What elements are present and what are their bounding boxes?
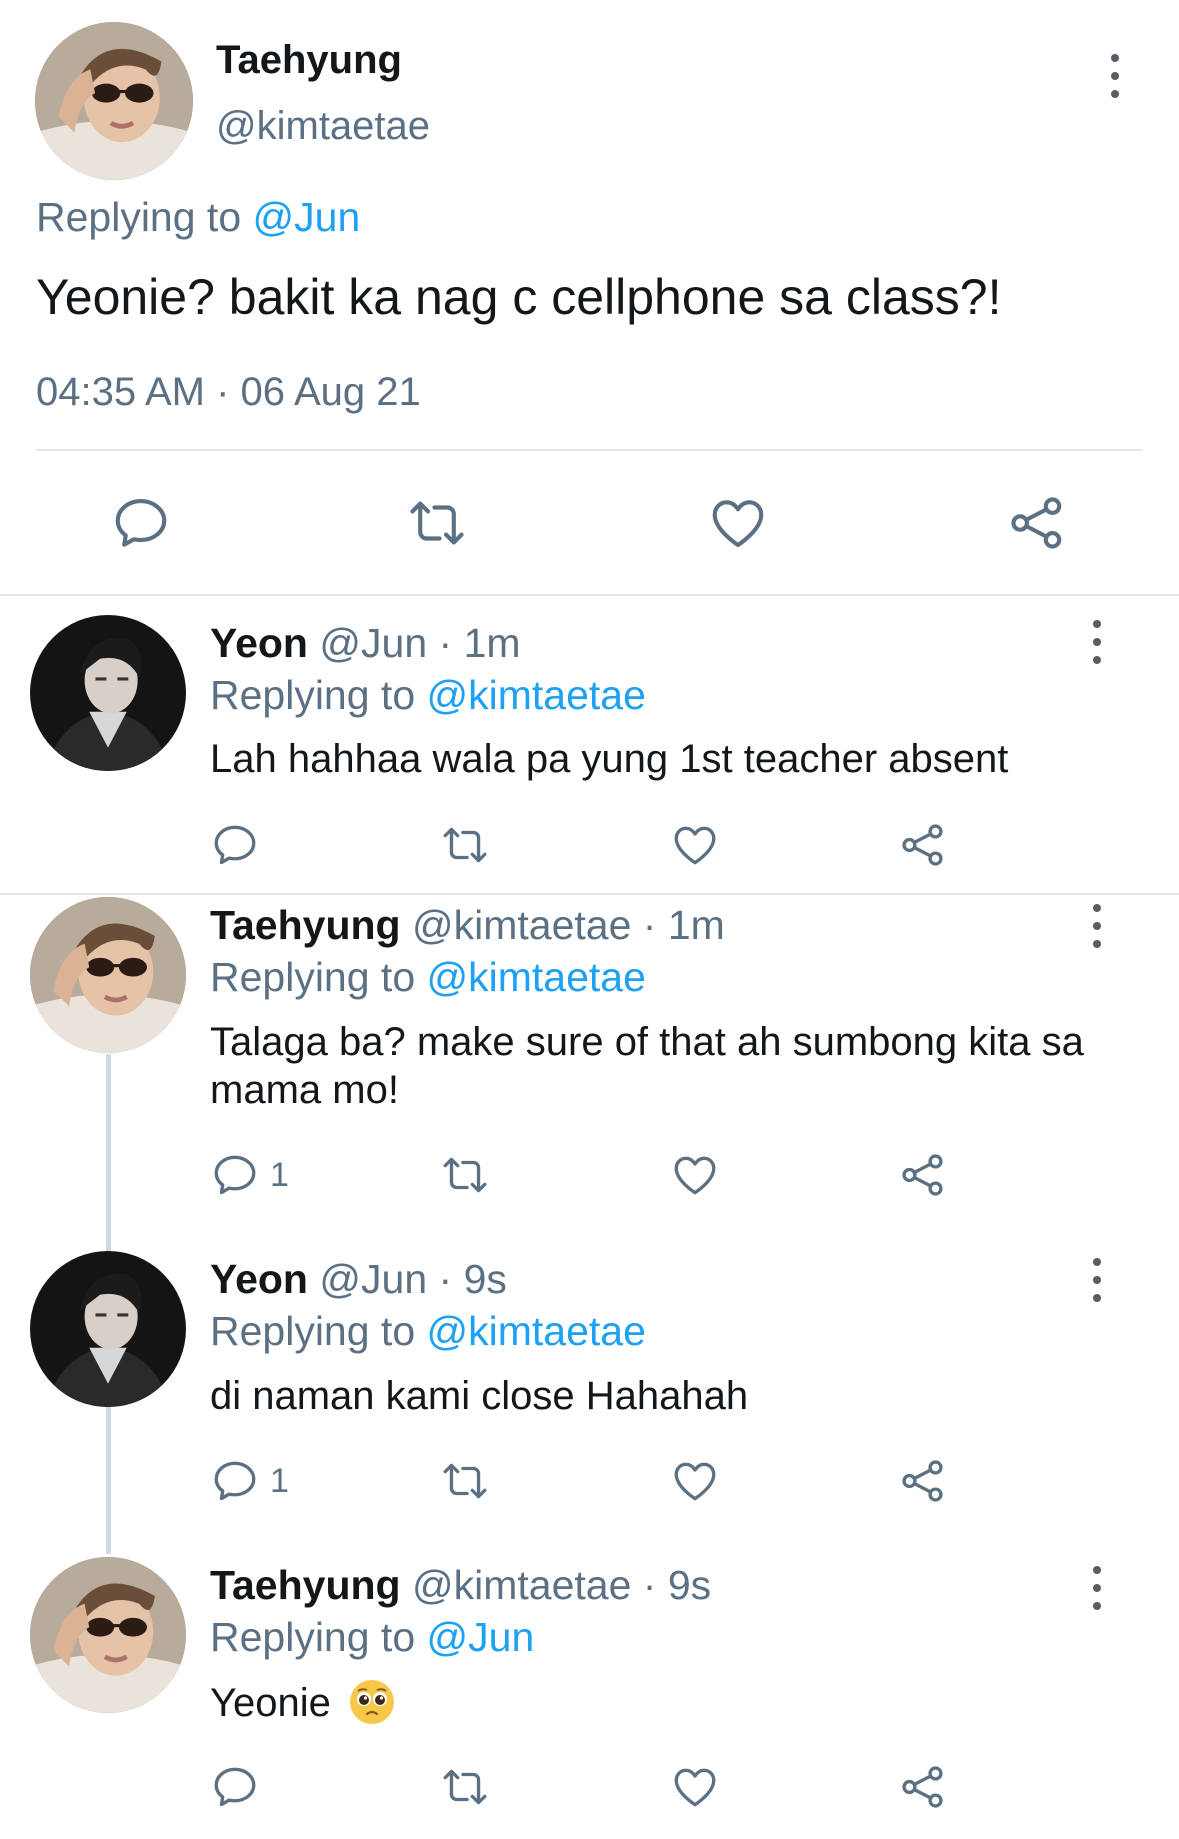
section-divider: [0, 594, 1179, 596]
author-name[interactable]: Taehyung: [210, 1562, 401, 1608]
like-button[interactable]: [670, 820, 720, 870]
reply-button[interactable]: [210, 1762, 260, 1812]
reply-text-row: Yeonie: [210, 1678, 1110, 1727]
replying-to: Replying to @kimtaetae: [210, 672, 646, 718]
heart-icon: [707, 492, 769, 554]
reply-icon: [210, 820, 260, 870]
reply-time: · 9s: [438, 1256, 507, 1302]
share-icon: [898, 820, 948, 870]
replying-to-link[interactable]: @kimtaetae: [427, 672, 646, 718]
like-button[interactable]: [670, 1456, 720, 1506]
replying-prefix: Replying to: [210, 954, 416, 1000]
author-handle[interactable]: @kimtaetae: [216, 104, 430, 149]
reply-button[interactable]: 1: [210, 1456, 289, 1506]
pleading-face-emoji: [350, 1680, 395, 1724]
replying-to-link[interactable]: @Jun: [253, 194, 361, 240]
author-handle[interactable]: @kimtaetae: [412, 902, 631, 948]
more-options-icon[interactable]: [1085, 1566, 1109, 1610]
author-name[interactable]: Yeon: [210, 620, 308, 666]
tweet-timestamp: 04:35 AM · 06 Aug 21: [36, 370, 421, 414]
author-handle[interactable]: @kimtaetae: [412, 1562, 631, 1608]
avatar-yeon[interactable]: [30, 615, 186, 771]
retweet-button[interactable]: [406, 492, 468, 554]
share-button[interactable]: [898, 1762, 948, 1812]
reply-button[interactable]: 1: [210, 1150, 289, 1200]
replying-to-link[interactable]: @Jun: [427, 1614, 535, 1660]
tweet-text: Yeonie? bakit ka nag c cellphone sa clas…: [36, 269, 1002, 325]
like-button[interactable]: [670, 1762, 720, 1812]
reply-count: 1: [270, 1155, 289, 1194]
reply-header: Taehyung @kimtaetae · 9s: [210, 1562, 711, 1608]
author-name[interactable]: Yeon: [210, 1256, 308, 1302]
replying-prefix: Replying to: [210, 1308, 416, 1354]
author-handle[interactable]: @Jun: [319, 620, 427, 666]
retweet-button[interactable]: [440, 1150, 490, 1200]
heart-icon: [670, 1150, 720, 1200]
share-icon: [898, 1150, 948, 1200]
replying-prefix: Replying to: [36, 194, 242, 240]
like-button[interactable]: [707, 492, 769, 554]
retweet-button[interactable]: [440, 1456, 490, 1506]
author-name[interactable]: Taehyung: [210, 902, 401, 948]
retweet-button[interactable]: [440, 1762, 490, 1812]
heart-icon: [670, 1456, 720, 1506]
more-options-icon[interactable]: [1085, 1258, 1109, 1302]
replying-to: Replying to @kimtaetae: [210, 1308, 646, 1354]
retweet-icon: [406, 492, 468, 554]
share-icon: [898, 1456, 948, 1506]
reply-header: Taehyung @kimtaetae · 1m: [210, 902, 725, 948]
share-icon: [1006, 492, 1068, 554]
replying-to-link[interactable]: @kimtaetae: [427, 954, 646, 1000]
more-options-icon[interactable]: [1085, 620, 1109, 664]
replying-to: Replying to @Jun: [210, 1614, 534, 1660]
reply-button[interactable]: [110, 492, 172, 554]
avatar-taehyung[interactable]: [35, 22, 193, 180]
more-options-icon[interactable]: [1103, 54, 1127, 98]
retweet-icon: [440, 820, 490, 870]
reply-text: Yeonie: [210, 1681, 331, 1725]
divider: [36, 449, 1143, 451]
share-button[interactable]: [898, 1150, 948, 1200]
share-button[interactable]: [898, 820, 948, 870]
reply-text: di naman kami close Hahahah: [210, 1374, 749, 1418]
share-button[interactable]: [1006, 492, 1068, 554]
replying-prefix: Replying to: [210, 672, 416, 718]
replying-to: Replying to @kimtaetae: [210, 954, 646, 1000]
replying-to-link[interactable]: @kimtaetae: [427, 1308, 646, 1354]
reply-time: · 1m: [642, 902, 725, 948]
avatar-yeon[interactable]: [30, 1251, 186, 1407]
section-divider: [0, 893, 1179, 895]
reply-icon: [210, 1150, 260, 1200]
reply-text: Lah hahhaa wala pa yung 1st teacher abse…: [210, 737, 1009, 781]
reply-text: Talaga ba? make sure of that ah sumbong …: [210, 1020, 1084, 1112]
avatar-taehyung[interactable]: [30, 897, 186, 1053]
heart-icon: [670, 820, 720, 870]
heart-icon: [670, 1762, 720, 1812]
reply-icon: [210, 1456, 260, 1506]
share-icon: [898, 1762, 948, 1812]
author-name[interactable]: Taehyung: [216, 38, 402, 83]
more-options-icon[interactable]: [1085, 904, 1109, 948]
reply-time: · 1m: [438, 620, 521, 666]
retweet-button[interactable]: [440, 820, 490, 870]
reply-header: Yeon @Jun · 1m: [210, 620, 521, 666]
avatar-taehyung[interactable]: [30, 1557, 186, 1713]
reply-icon: [110, 492, 172, 554]
replying-prefix: Replying to: [210, 1614, 416, 1660]
share-button[interactable]: [898, 1456, 948, 1506]
reply-count: 1: [270, 1461, 289, 1500]
like-button[interactable]: [670, 1150, 720, 1200]
retweet-icon: [440, 1150, 490, 1200]
reply-icon: [210, 1762, 260, 1812]
author-handle[interactable]: @Jun: [319, 1256, 427, 1302]
replying-to: Replying to @Jun: [36, 194, 360, 240]
reply-button[interactable]: [210, 820, 260, 870]
reply-header: Yeon @Jun · 9s: [210, 1256, 507, 1302]
retweet-icon: [440, 1762, 490, 1812]
retweet-icon: [440, 1456, 490, 1506]
reply-time: · 9s: [642, 1562, 712, 1608]
